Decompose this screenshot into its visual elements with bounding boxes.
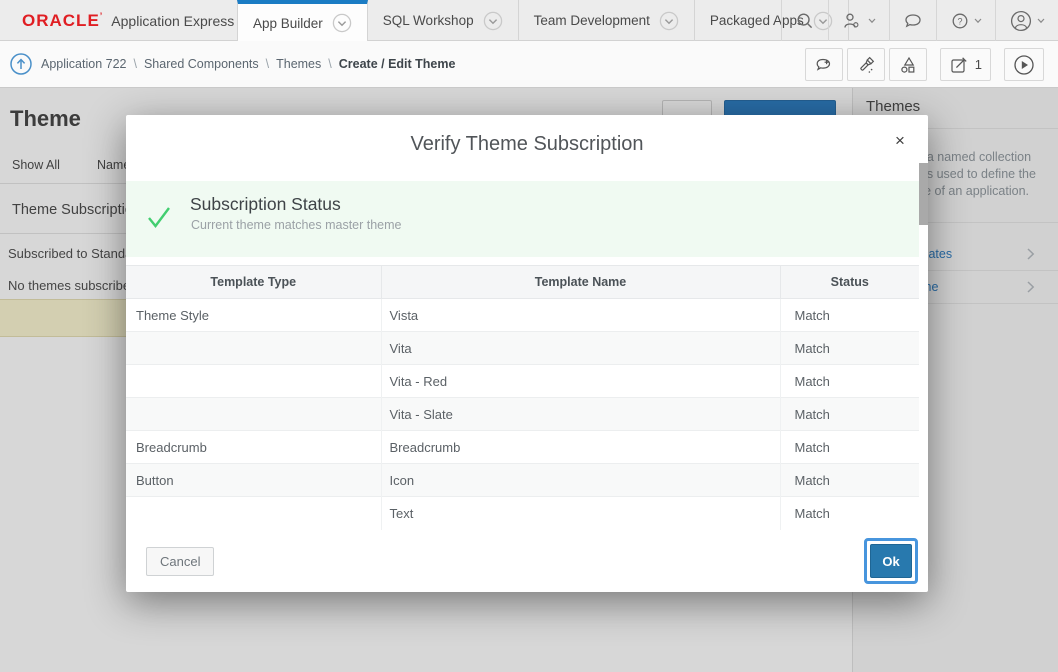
cell-template-type (126, 332, 381, 365)
breadcrumb-shared-components[interactable]: Shared Components (144, 57, 259, 71)
modal-header: Verify Theme Subscription × (126, 115, 928, 163)
breadcrumb-application[interactable]: Application 722 (41, 57, 126, 71)
subscription-status-banner: Subscription Status Current theme matche… (126, 181, 928, 257)
table-header-row: Template Type Template Name Status (126, 266, 919, 299)
user-account-icon[interactable] (995, 0, 1058, 41)
debug-flashlight-button[interactable] (847, 48, 885, 81)
template-verification-table: Template Type Template Name Status Theme… (126, 265, 919, 530)
cell-status: Match (780, 431, 919, 464)
table-row: Vita - RedMatch (126, 365, 919, 398)
search-icon[interactable] (781, 0, 828, 41)
cell-template-name: Text (381, 497, 780, 530)
help-icon[interactable]: ? (936, 0, 995, 41)
cell-template-type (126, 365, 381, 398)
cell-template-name: Breadcrumb (381, 431, 780, 464)
cell-template-name: Icon (381, 464, 780, 497)
cell-template-name: Vita - Red (381, 365, 780, 398)
admin-user-icon[interactable] (828, 0, 889, 41)
breadcrumb-themes[interactable]: Themes (276, 57, 321, 71)
go-up-icon[interactable] (10, 53, 32, 75)
cell-template-type (126, 497, 381, 530)
chevron-down-icon (974, 18, 982, 24)
modal-title: Verify Theme Subscription (126, 115, 928, 156)
modal-scrollbar (919, 163, 928, 532)
cell-template-name: Vita (381, 332, 780, 365)
chevron-down-icon (868, 18, 876, 24)
breadcrumb-current: Create / Edit Theme (339, 57, 456, 71)
breadcrumb-bar: Application 722 \ Shared Components \ Th… (0, 41, 1058, 88)
status-detail: Current theme matches master theme (191, 218, 402, 232)
cell-status: Match (780, 398, 919, 431)
chevron-down-icon (1037, 18, 1045, 24)
cell-template-type: Theme Style (126, 299, 381, 332)
edit-page-button[interactable]: 1 (940, 48, 991, 81)
modal-body: Subscription Status Current theme matche… (126, 163, 928, 532)
ok-button-focus-ring: Ok (864, 538, 918, 584)
main-tabs: App Builder SQL Workshop Team Developmen… (237, 0, 849, 41)
cell-template-type: Button (126, 464, 381, 497)
column-template-name: Template Name (381, 266, 780, 299)
page-toolbar: 1 (805, 48, 1044, 81)
svg-text:?: ? (957, 16, 962, 26)
ok-button[interactable]: Ok (870, 544, 912, 578)
checkmark-icon (145, 203, 173, 231)
cell-status: Match (780, 332, 919, 365)
modal-footer: Cancel Ok (126, 532, 928, 592)
table-row: Vita - SlateMatch (126, 398, 919, 431)
tab-sql-workshop[interactable]: SQL Workshop (368, 0, 519, 41)
cell-status: Match (780, 464, 919, 497)
table-row: TextMatch (126, 497, 919, 530)
apex-screen: ORACLE’ Application Express App Builder … (0, 0, 1058, 672)
cell-status: Match (780, 299, 919, 332)
tab-app-builder[interactable]: App Builder (237, 0, 368, 42)
table-row: Theme StyleVistaMatch (126, 299, 919, 332)
feedback-chat-icon[interactable] (889, 0, 936, 41)
nav-utility-icons: ? (781, 0, 1058, 41)
oracle-apex-logo[interactable]: ORACLE’ Application Express (22, 0, 234, 41)
cell-template-type: Breadcrumb (126, 431, 381, 464)
scrollbar-thumb[interactable] (919, 163, 928, 225)
table-row: ButtonIconMatch (126, 464, 919, 497)
chevron-down-circle-icon (483, 11, 503, 31)
feedback-button[interactable] (805, 48, 843, 81)
cell-template-name: Vita - Slate (381, 398, 780, 431)
shared-components-shapes-button[interactable] (889, 48, 927, 81)
chevron-down-circle-icon (332, 13, 352, 33)
oracle-wordmark: ORACLE’ (22, 11, 103, 31)
top-nav: ORACLE’ Application Express App Builder … (0, 0, 1058, 41)
cell-template-name: Vista (381, 299, 780, 332)
edit-page-number: 1 (975, 57, 982, 72)
status-heading: Subscription Status (190, 194, 341, 215)
breadcrumb: Application 722 \ Shared Components \ Th… (41, 41, 455, 87)
cancel-button[interactable]: Cancel (146, 547, 214, 576)
column-template-type: Template Type (126, 266, 381, 299)
tab-team-development[interactable]: Team Development (519, 0, 695, 41)
run-application-button[interactable] (1004, 48, 1044, 81)
cell-status: Match (780, 365, 919, 398)
table-row: BreadcrumbBreadcrumbMatch (126, 431, 919, 464)
table-row: VitaMatch (126, 332, 919, 365)
verify-theme-subscription-dialog: Verify Theme Subscription × Subscription… (126, 115, 928, 592)
cell-status: Match (780, 497, 919, 530)
close-icon[interactable]: × (888, 129, 912, 153)
column-status: Status (780, 266, 919, 299)
cell-template-type (126, 398, 381, 431)
product-name: Application Express (111, 13, 234, 29)
chevron-down-circle-icon (659, 11, 679, 31)
